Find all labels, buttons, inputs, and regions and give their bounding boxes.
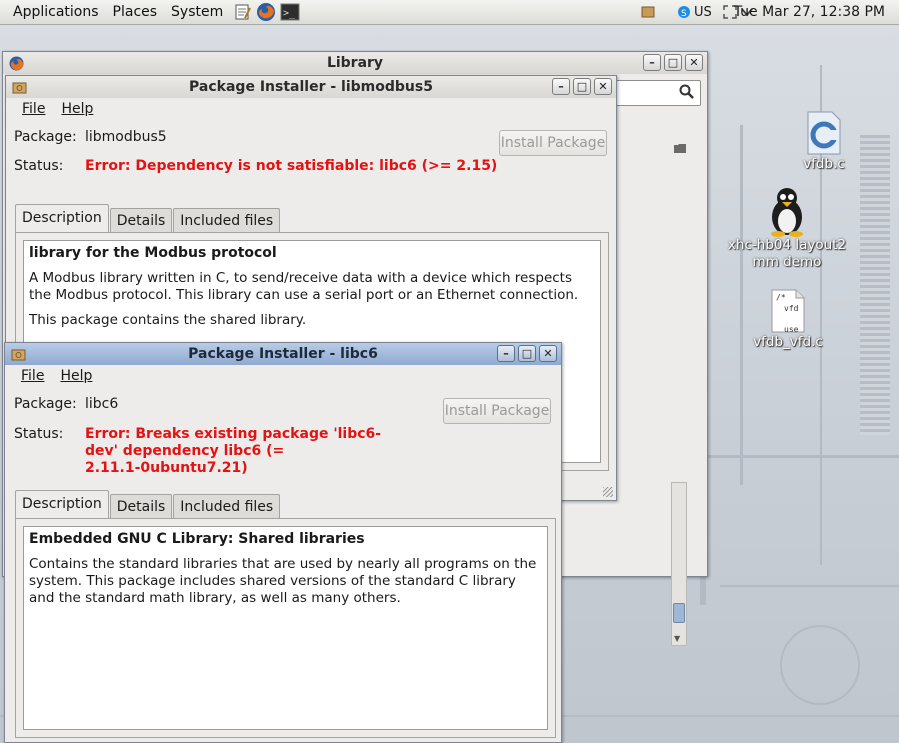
tab-included-files[interactable]: Included files xyxy=(173,208,281,232)
file-menu[interactable]: File xyxy=(14,101,53,117)
description-textview[interactable]: Embedded GNU C Library: Shared libraries… xyxy=(23,526,548,730)
status-error: Error: Dependency is not satisfiable: li… xyxy=(85,158,498,174)
status-error-line: Error: Breaks existing package 'libc6- xyxy=(85,426,382,442)
thumb-line: vfd xyxy=(784,304,799,313)
system-menu[interactable]: System xyxy=(164,0,230,25)
desktop-icon-vfdb-vfd-c[interactable]: /* vfd use vfdb_vfd.c xyxy=(728,288,848,351)
desktop-icon-label-line2: mm demo xyxy=(752,254,822,270)
maximize-button[interactable]: □ xyxy=(664,54,682,71)
places-menu[interactable]: Places xyxy=(106,0,165,25)
svg-text:S: S xyxy=(681,9,687,19)
firefox-launcher-icon[interactable] xyxy=(256,2,276,22)
keyboard-layout-indicator[interactable]: US xyxy=(694,0,712,25)
status-label: Status: xyxy=(14,158,64,174)
firefox-icon xyxy=(9,56,24,71)
status-error-line: 2.11.1-0ubuntu7.21) xyxy=(85,460,248,476)
desktop-icon-vfdb-c[interactable]: vfdb.c xyxy=(764,110,884,173)
minimize-button[interactable]: – xyxy=(552,78,570,95)
status-error: Error: Breaks existing package 'libc6- d… xyxy=(85,426,381,477)
update-notifier-icon[interactable] xyxy=(640,4,656,20)
minimize-button[interactable]: – xyxy=(643,54,661,71)
description-paragraph: Contains the standard libraries that are… xyxy=(29,556,537,606)
help-menu[interactable]: Help xyxy=(52,368,100,384)
thumb-line: use xyxy=(784,325,799,334)
description-title: library for the Modbus protocol xyxy=(29,245,277,261)
scrollbar[interactable]: ▼ xyxy=(671,482,687,646)
file-menu[interactable]: File xyxy=(13,368,52,384)
installer1-titlebar[interactable]: Package Installer - libmodbus5 – □ ✕ xyxy=(6,76,616,98)
c-source-file-icon xyxy=(804,110,844,156)
close-button[interactable]: ✕ xyxy=(539,345,557,362)
window-title: Package Installer - libc6 xyxy=(188,346,378,362)
tab-details[interactable]: Details xyxy=(109,494,173,518)
close-button[interactable]: ✕ xyxy=(594,78,612,95)
clock[interactable]: Tue Mar 27, 12:38 PM xyxy=(734,0,885,25)
desktop-icon-label-line1: xhc-hb04 layout2 xyxy=(727,237,847,253)
description-title: Embedded GNU C Library: Shared libraries xyxy=(29,531,365,547)
package-value: libmodbus5 xyxy=(85,129,167,145)
menubar: File Help xyxy=(6,98,616,120)
search-icon[interactable] xyxy=(679,84,695,104)
package-icon xyxy=(12,80,27,95)
package-label: Package: xyxy=(14,129,77,145)
minimize-button[interactable]: – xyxy=(497,345,515,362)
penguin-icon xyxy=(763,185,811,237)
package-value: libc6 xyxy=(85,396,119,412)
scroll-down-arrow-icon[interactable]: ▼ xyxy=(674,634,680,643)
status-error-line: dev' dependency libc6 (= xyxy=(85,443,285,459)
close-button[interactable]: ✕ xyxy=(685,54,703,71)
tab-bar: Description Details Included files xyxy=(15,204,281,232)
install-package-button[interactable]: Install Package xyxy=(443,398,551,424)
tab-details[interactable]: Details xyxy=(109,208,173,232)
tab-included-files[interactable]: Included files xyxy=(173,494,281,518)
svg-text:>_: >_ xyxy=(283,8,296,19)
desktop-icon-label: vfdb.c xyxy=(803,156,845,172)
package-label: Package: xyxy=(14,396,77,412)
description-paragraph: This package contains the shared library… xyxy=(29,312,307,328)
maximize-button[interactable]: □ xyxy=(573,78,591,95)
menubar: File Help xyxy=(5,365,561,387)
help-menu[interactable]: Help xyxy=(53,101,101,117)
install-package-button[interactable]: Install Package xyxy=(499,130,607,156)
resize-grip[interactable] xyxy=(603,487,613,497)
tab-description[interactable]: Description xyxy=(15,490,109,518)
search-input[interactable] xyxy=(611,80,701,106)
scrollbar-thumb[interactable] xyxy=(673,603,685,623)
desktop-icon-label: vfdb_vfd.c xyxy=(753,334,823,350)
window-title: Library xyxy=(326,55,384,71)
applications-menu[interactable]: Applications xyxy=(6,0,106,25)
description-paragraph: A Modbus library written in C, to send/r… xyxy=(29,270,579,303)
text-file-icon: /* vfd use xyxy=(770,288,806,334)
installer2-titlebar[interactable]: Package Installer - libc6 – □ ✕ xyxy=(5,343,561,365)
skype-tray-icon[interactable]: S xyxy=(676,4,692,20)
package-installer-libc6-window: Package Installer - libc6 – □ ✕ File Hel… xyxy=(4,342,562,743)
top-panel: Applications Places System >_ S US Tue M… xyxy=(0,0,899,25)
maximize-button[interactable]: □ xyxy=(518,345,536,362)
status-label: Status: xyxy=(14,426,64,442)
terminal-launcher-icon[interactable]: >_ xyxy=(280,2,300,22)
text-editor-launcher-icon[interactable] xyxy=(232,2,252,22)
library-titlebar[interactable]: Library – □ ✕ xyxy=(3,52,707,74)
folder-icon[interactable] xyxy=(673,142,687,158)
tab-bar: Description Details Included files xyxy=(15,490,281,518)
tab-description[interactable]: Description xyxy=(15,204,109,232)
package-icon xyxy=(11,347,26,362)
description-panel: Embedded GNU C Library: Shared libraries… xyxy=(15,518,556,738)
desktop-icon-xhc-hb04[interactable]: xhc-hb04 layout2 mm demo xyxy=(727,185,847,271)
window-title: Package Installer - libmodbus5 xyxy=(189,79,433,95)
thumb-line: /* xyxy=(776,293,786,302)
